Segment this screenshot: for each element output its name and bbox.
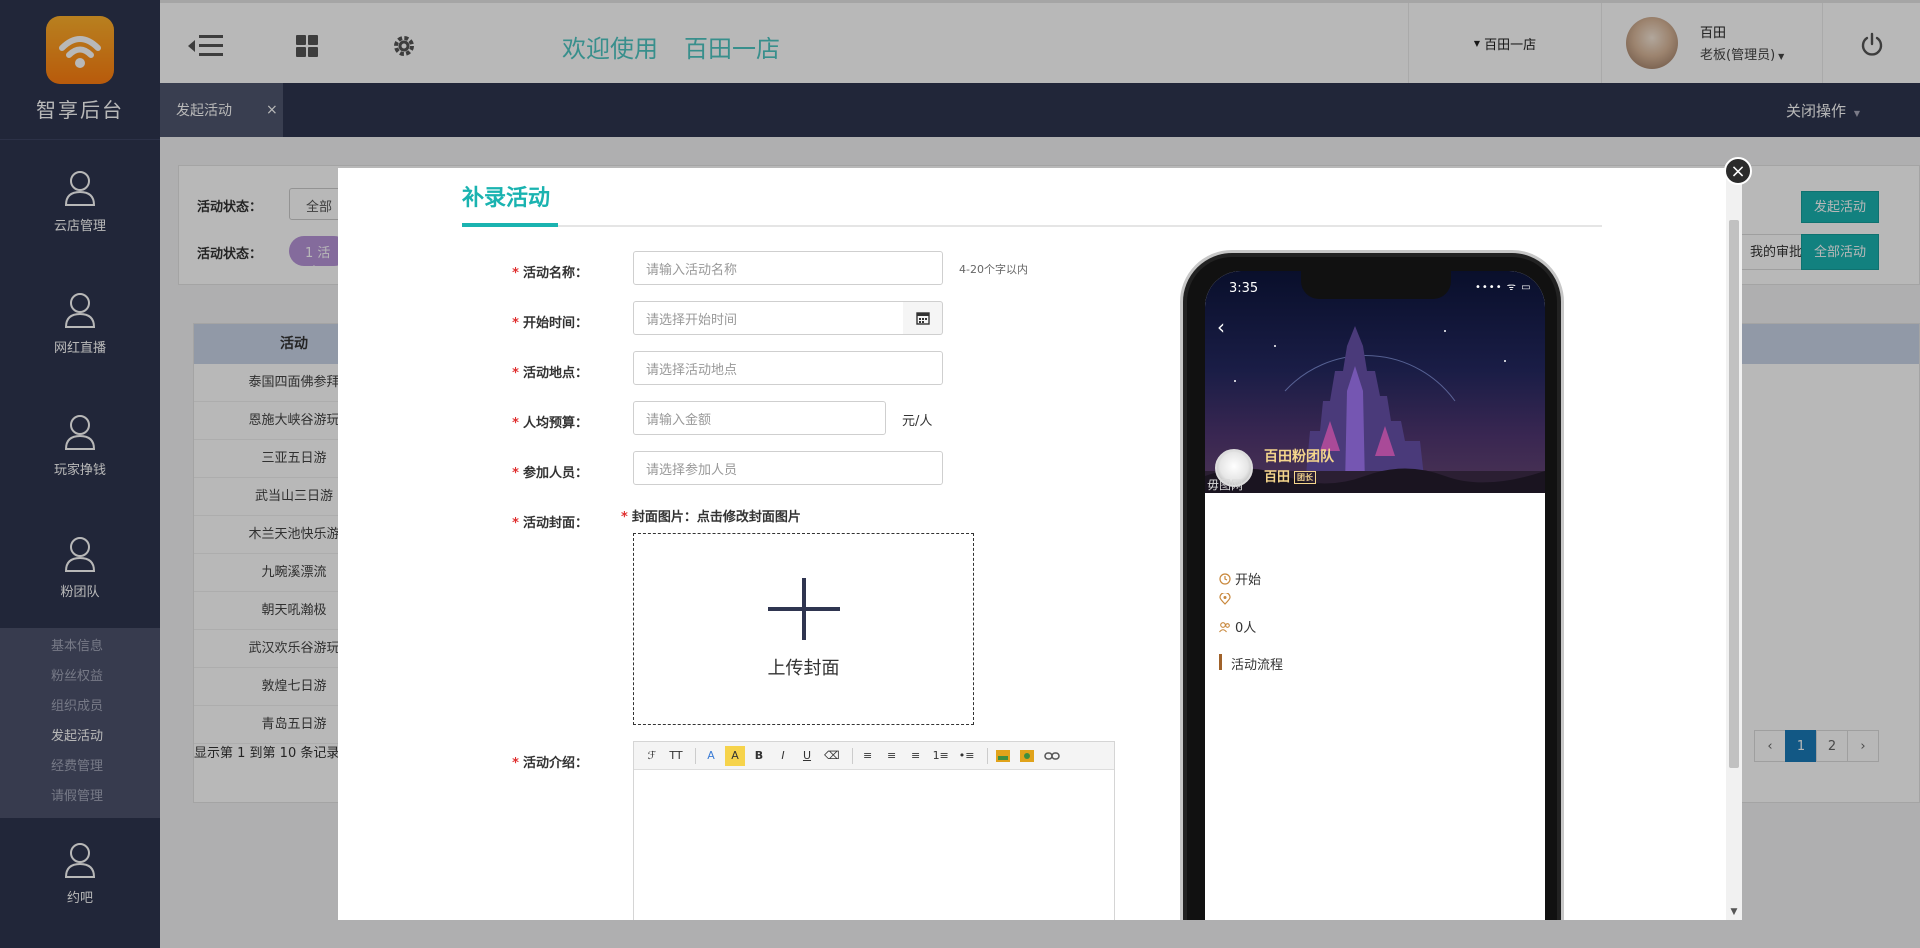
field-label-members: * 参加人员： (512, 466, 588, 481)
editor-toolbar: ℱ TT A A B I U ⌫ ≡ ≡ ≡ 1≡ •≡ (634, 742, 1114, 770)
field-label-name: * 活动名称： (512, 266, 588, 281)
field-label-budget: * 人均预算： (512, 416, 588, 431)
eraser-icon[interactable]: ⌫ (821, 746, 843, 766)
start-time-input[interactable]: 请选择开始时间 (633, 301, 904, 335)
preview-people-line: 0人 (1219, 617, 1256, 636)
phone-preview: 3:35 •••• ᯤ ▭ ‹ 百田粉团队 百田 团长 毋图网 开始 0人 活动流… (1180, 250, 1564, 920)
cover-upload-area[interactable]: 上传封面 (633, 533, 974, 725)
budget-input[interactable]: 请输入金额 (633, 401, 886, 435)
insert-image-icon[interactable] (993, 746, 1013, 766)
status-icons: •••• ᯤ ▭ (1475, 282, 1532, 293)
clock-icon (1219, 572, 1231, 585)
italic-icon[interactable]: I (773, 746, 793, 766)
divider (462, 225, 1602, 227)
preview-flow-text: 活动流程 (1231, 658, 1284, 673)
preview-start-text: 开始 (1235, 573, 1262, 588)
rich-text-editor[interactable]: ℱ TT A A B I U ⌫ ≡ ≡ ≡ 1≡ •≡ (633, 741, 1115, 920)
cover-note: * 封面图片：点击修改封面图片 (621, 510, 801, 525)
add-activity-modal: 补录活动 * 活动名称： 请输入活动名称 4-20个字以内 * 开始时间： 请选择开… (338, 168, 1742, 920)
role-badge: 团长 (1294, 471, 1317, 484)
title-underline (462, 223, 558, 227)
field-label-cover: * 活动封面： (512, 516, 588, 531)
field-label-intro: * 活动介绍： (512, 756, 588, 771)
upload-cover-label: 上传封面 (767, 658, 840, 679)
location-pin-icon (1219, 593, 1231, 605)
preview-start-line: 开始 (1219, 569, 1261, 588)
insert-picture-icon[interactable] (1017, 746, 1037, 766)
font-family-icon[interactable]: ℱ (642, 746, 662, 766)
back-arrow-icon[interactable]: ‹ (1217, 315, 1225, 339)
team-name: 百田粉团队 (1264, 449, 1334, 465)
watermark: 毋图网 (1207, 478, 1244, 492)
scroll-thumb[interactable] (1729, 220, 1739, 768)
field-label-start-time: * 开始时间： (512, 316, 588, 331)
scroll-down-arrow-icon[interactable]: ▼ (1726, 904, 1742, 920)
phone-notch (1301, 271, 1451, 299)
field-label-location: * 活动地点： (512, 366, 588, 381)
unordered-list-icon[interactable]: •≡ (956, 746, 978, 766)
phone-screen: 3:35 •••• ᯤ ▭ ‹ 百田粉团队 百田 团长 毋图网 开始 0人 活动流… (1205, 271, 1545, 920)
name-hint: 4-20个字以内 (959, 263, 1028, 276)
link-icon[interactable] (1041, 746, 1063, 766)
font-color-icon[interactable]: A (701, 746, 721, 766)
cover-image (1205, 271, 1545, 493)
members-input[interactable]: 请选择参加人员 (633, 451, 943, 485)
castle-illustration (1205, 326, 1545, 493)
team-subtitle: 百田 团长 (1264, 466, 1317, 485)
flow-accent-bar (1219, 654, 1222, 670)
ordered-list-icon[interactable]: 1≡ (930, 746, 952, 766)
align-right-icon[interactable]: ≡ (906, 746, 926, 766)
bold-icon[interactable]: B (749, 746, 769, 766)
preview-location-line (1219, 593, 1235, 605)
activity-name-input[interactable]: 请输入活动名称 (633, 251, 943, 285)
modal-scrollbar[interactable]: ▼ (1726, 168, 1742, 920)
calendar-icon[interactable] (903, 301, 943, 335)
modal-close-button[interactable]: × (1724, 157, 1752, 185)
location-input[interactable]: 请选择活动地点 (633, 351, 943, 385)
preview-people-text: 0人 (1235, 621, 1257, 636)
people-icon (1219, 621, 1230, 632)
underline-icon[interactable]: U (797, 746, 817, 766)
align-left-icon[interactable]: ≡ (858, 746, 878, 766)
plus-icon (767, 578, 840, 640)
font-size-icon[interactable]: TT (666, 746, 686, 766)
modal-title: 补录活动 (462, 186, 551, 211)
budget-unit: 元/人 (902, 414, 933, 429)
align-center-icon[interactable]: ≡ (882, 746, 902, 766)
highlight-color-icon[interactable]: A (725, 745, 745, 766)
status-time: 3:35 (1229, 281, 1259, 296)
